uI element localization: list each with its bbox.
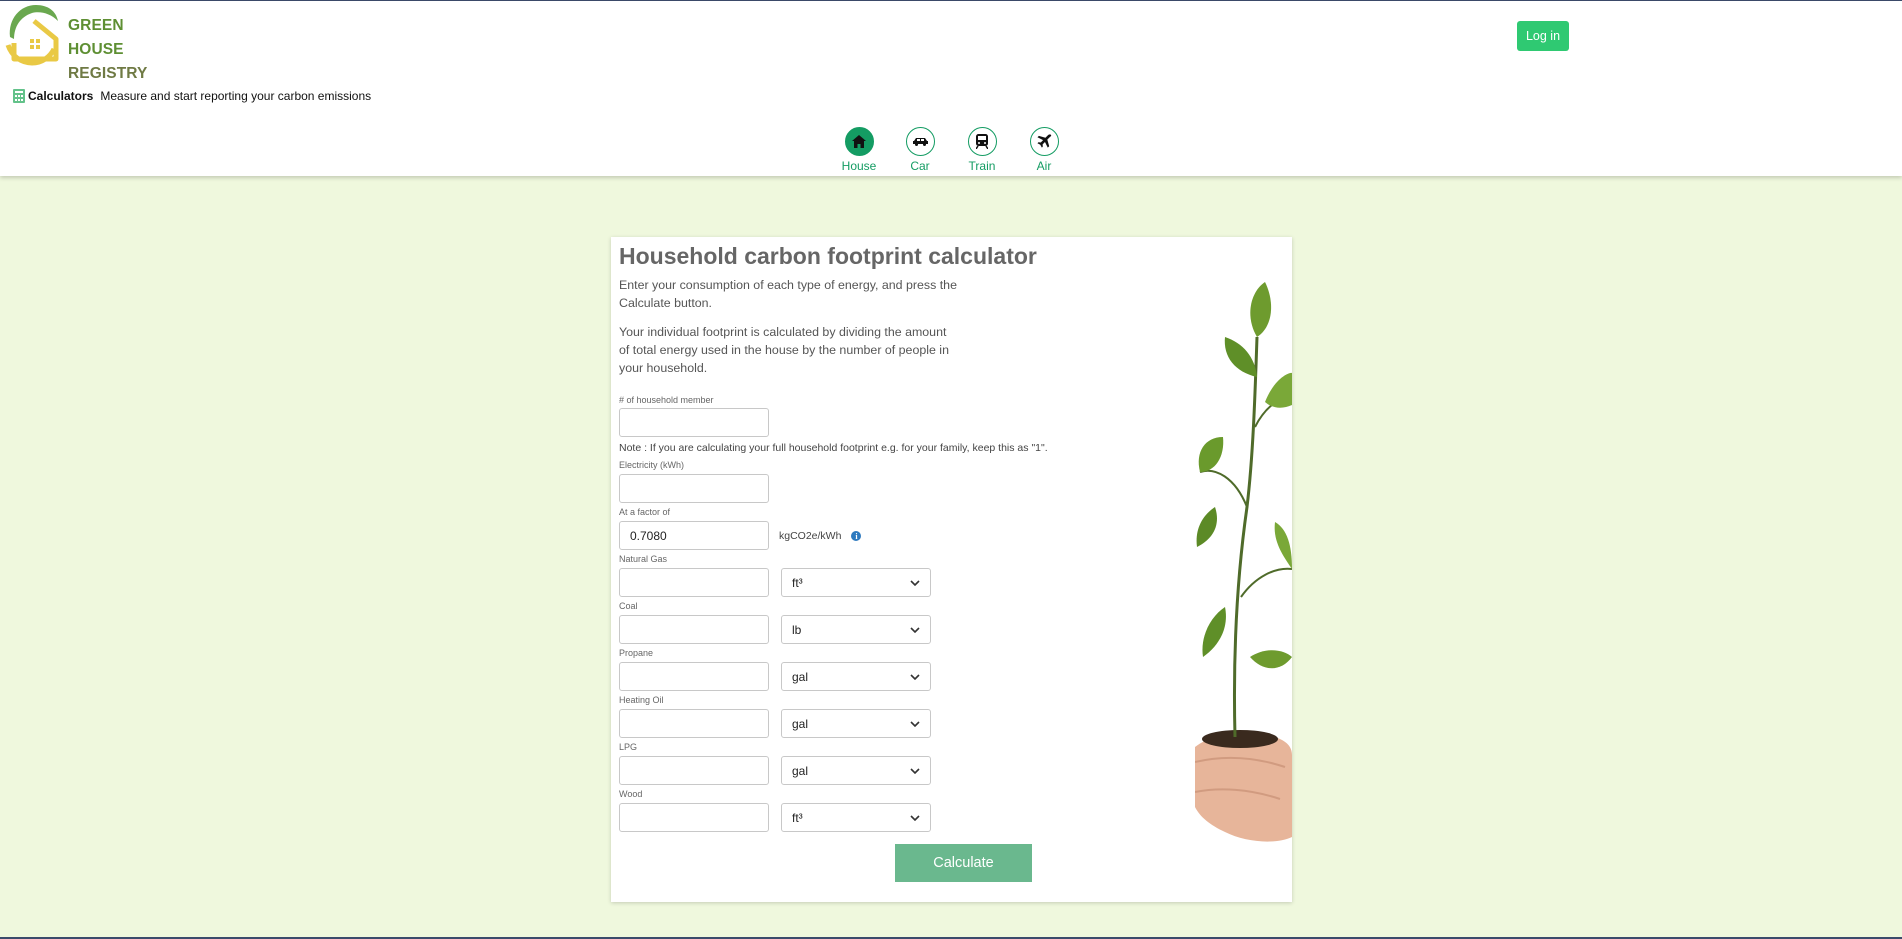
- natural-gas-input[interactable]: [619, 568, 769, 597]
- calculator-card: Household carbon footprint calculator En…: [611, 237, 1292, 902]
- logo-line-1: GREEN HOUSE: [68, 17, 124, 58]
- nav-item-car[interactable]: Car: [895, 127, 945, 173]
- wood-label: Wood: [619, 789, 643, 799]
- propane-unit-value: gal: [792, 669, 809, 684]
- lpg-unit-select[interactable]: gal: [781, 756, 931, 785]
- nav-item-air[interactable]: Air: [1019, 127, 1069, 173]
- nav-label-house: House: [841, 159, 877, 173]
- logo-line-2: REGISTRY: [68, 65, 148, 82]
- coal-unit-select[interactable]: lb: [781, 615, 931, 644]
- lpg-label: LPG: [619, 742, 638, 752]
- calculator-icon: [13, 89, 25, 103]
- house-leaf-logo-icon: [5, 5, 59, 66]
- page-title: Household carbon footprint calculator: [619, 243, 1037, 269]
- breadcrumb-title[interactable]: Calculators: [28, 89, 93, 103]
- nav-item-house[interactable]: House: [834, 127, 884, 173]
- logo-text: GREEN HOUSE REGISTRY: [68, 14, 174, 86]
- household-member-label: # of household member: [619, 395, 714, 405]
- coal-input[interactable]: [619, 615, 769, 644]
- breadcrumb-description: Measure and start reporting your carbon …: [100, 89, 372, 103]
- heating-oil-input[interactable]: [619, 709, 769, 738]
- electricity-label: Electricity (kWh): [619, 460, 684, 470]
- coal-label: Coal: [619, 601, 638, 611]
- household-member-input[interactable]: [619, 408, 769, 437]
- car-icon: [905, 127, 935, 156]
- intro-paragraph-2: Your individual footprint is calculated …: [619, 325, 949, 375]
- natural-gas-unit-value: ft³: [792, 575, 803, 590]
- login-button[interactable]: Log in: [1517, 21, 1569, 51]
- factor-unit: kgCO2e/kWh i: [779, 530, 862, 542]
- natural-gas-unit-select[interactable]: ft³: [781, 568, 931, 597]
- heating-oil-unit-value: gal: [792, 716, 809, 731]
- heating-oil-label: Heating Oil: [619, 695, 664, 705]
- propane-input[interactable]: [619, 662, 769, 691]
- factor-input[interactable]: [619, 521, 769, 550]
- factor-unit-text: kgCO2e/kWh: [779, 530, 842, 542]
- propane-unit-select[interactable]: gal: [781, 662, 931, 691]
- nav-label-train: Train: [968, 159, 996, 173]
- electricity-input[interactable]: [619, 474, 769, 503]
- lpg-input[interactable]: [619, 756, 769, 785]
- breadcrumb: Calculators Measure and start reporting …: [13, 89, 371, 103]
- train-icon: [967, 127, 997, 156]
- green-house-registry-logo[interactable]: GREEN HOUSE REGISTRY: [4, 3, 174, 82]
- chevron-down-icon: [910, 673, 920, 680]
- chevron-down-icon: [910, 720, 920, 727]
- house-icon: [844, 127, 874, 156]
- coal-unit-value: lb: [792, 622, 802, 637]
- nav-label-car: Car: [910, 159, 930, 173]
- nav-label-air: Air: [1036, 159, 1052, 173]
- natural-gas-label: Natural Gas: [619, 554, 668, 564]
- wood-input[interactable]: [619, 803, 769, 832]
- calculator-nav: House Car Train Air: [0, 127, 1902, 177]
- site-header: GREEN HOUSE REGISTRY Log in Calculators …: [0, 1, 1902, 176]
- chevron-down-icon: [910, 814, 920, 821]
- nav-item-train[interactable]: Train: [957, 127, 1007, 173]
- lpg-unit-value: gal: [792, 763, 809, 778]
- airplane-icon: [1029, 127, 1059, 156]
- wood-unit-value: ft³: [792, 810, 803, 825]
- chevron-down-icon: [910, 626, 920, 633]
- heating-oil-unit-select[interactable]: gal: [781, 709, 931, 738]
- chevron-down-icon: [910, 767, 920, 774]
- chevron-down-icon: [910, 579, 920, 586]
- household-note: Note : If you are calculating your full …: [619, 442, 1048, 454]
- factor-label: At a factor of: [619, 507, 671, 517]
- wood-unit-select[interactable]: ft³: [781, 803, 931, 832]
- calculate-button[interactable]: Calculate: [895, 844, 1032, 882]
- plant-in-hand-image: [1195, 282, 1292, 842]
- info-icon[interactable]: i: [851, 531, 862, 541]
- propane-label: Propane: [619, 648, 654, 658]
- intro-paragraph-1: Enter your consumption of each type of e…: [619, 278, 957, 310]
